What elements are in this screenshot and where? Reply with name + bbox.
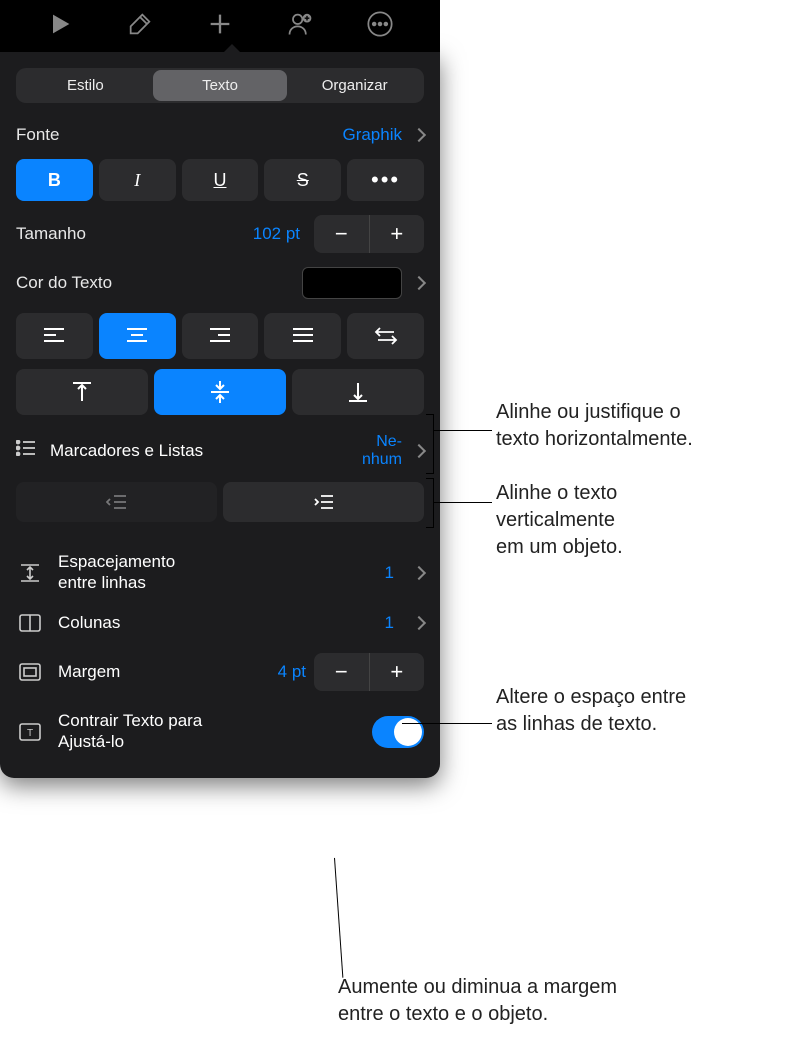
more-icon[interactable] [366, 10, 394, 43]
valign-bottom-button[interactable] [292, 369, 424, 415]
bold-button[interactable]: B [16, 159, 93, 201]
chevron-right-icon [412, 128, 426, 142]
play-icon[interactable] [46, 10, 74, 43]
size-row: Tamanho 102 pt − + [16, 215, 424, 253]
outdent-button[interactable] [16, 482, 217, 522]
brush-icon[interactable] [126, 10, 154, 43]
plus-icon[interactable] [206, 10, 234, 43]
shrink-text-icon: T [16, 723, 44, 741]
align-right-button[interactable] [182, 313, 259, 359]
callout-halign: Alinhe ou justifique o texto horizontalm… [496, 399, 693, 453]
callout-margin: Aumente ou diminua a margem entre o text… [338, 974, 617, 1028]
size-label: Tamanho [16, 224, 253, 244]
line-spacing-value: 1 [385, 563, 394, 583]
underline-button[interactable]: U [182, 159, 259, 201]
margin-decrease-button[interactable]: − [314, 653, 370, 691]
bullets-value: Ne- nhum [362, 433, 402, 468]
columns-label: Colunas [58, 613, 385, 633]
list-icon [16, 440, 36, 461]
columns-value: 1 [385, 613, 394, 633]
margin-icon [16, 663, 44, 681]
line-spacing-icon [16, 563, 44, 583]
leader-line [402, 723, 492, 724]
collaborate-icon[interactable] [286, 10, 314, 43]
text-style-buttons: B I U S ••• [16, 159, 424, 201]
size-value: 102 pt [253, 224, 300, 244]
font-value: Graphik [342, 125, 402, 145]
line-spacing-label: Espacejamento entre linhas [58, 552, 385, 593]
line-spacing-row[interactable]: Espacejamento entre linhas 1 [16, 542, 424, 603]
svg-text:T: T [27, 728, 33, 739]
top-toolbar [0, 0, 440, 52]
font-label: Fonte [16, 125, 342, 145]
text-direction-button[interactable] [347, 313, 424, 359]
tab-text[interactable]: Texto [153, 70, 288, 101]
shrink-text-toggle[interactable] [372, 716, 424, 748]
align-left-button[interactable] [16, 313, 93, 359]
callout-valign: Alinhe o texto verticalmente em um objet… [496, 480, 623, 561]
bullets-lists-row[interactable]: Marcadores e Listas Ne- nhum [16, 433, 424, 468]
chevron-right-icon [412, 566, 426, 580]
indent-buttons [16, 482, 424, 522]
align-center-button[interactable] [99, 313, 176, 359]
align-justify-button[interactable] [264, 313, 341, 359]
size-stepper: − + [314, 215, 424, 253]
leader-line [434, 430, 492, 431]
italic-button[interactable]: I [99, 159, 176, 201]
strikethrough-button[interactable]: S [264, 159, 341, 201]
tab-arrange[interactable]: Organizar [287, 70, 422, 101]
text-color-row[interactable]: Cor do Texto [16, 267, 424, 299]
columns-row[interactable]: Colunas 1 [16, 603, 424, 643]
chevron-right-icon [412, 444, 426, 458]
format-panel: Estilo Texto Organizar Fonte Graphik B I… [0, 52, 440, 778]
shrink-text-label: Contrair Texto para Ajustá-lo [58, 711, 372, 752]
valign-top-button[interactable] [16, 369, 148, 415]
bullets-label: Marcadores e Listas [50, 441, 362, 461]
bracket [426, 478, 434, 528]
panel-tabs: Estilo Texto Organizar [16, 68, 424, 103]
vertical-align-buttons [16, 369, 424, 415]
tab-style[interactable]: Estilo [18, 70, 153, 101]
margin-row: Margem 4 pt − + [16, 643, 424, 701]
chevron-right-icon [412, 616, 426, 630]
size-decrease-button[interactable]: − [314, 215, 370, 253]
size-increase-button[interactable]: + [370, 215, 425, 253]
indent-button[interactable] [223, 482, 424, 522]
shrink-text-row: T Contrair Texto para Ajustá-lo [16, 701, 424, 762]
text-color-swatch[interactable] [302, 267, 402, 299]
valign-middle-button[interactable] [154, 369, 286, 415]
font-row[interactable]: Fonte Graphik [16, 125, 424, 145]
leader-line [334, 858, 343, 978]
margin-label: Margem [58, 662, 278, 682]
margin-increase-button[interactable]: + [370, 653, 425, 691]
margin-stepper: − + [314, 653, 424, 691]
margin-value: 4 pt [278, 662, 306, 682]
bracket [426, 414, 434, 474]
chevron-right-icon [412, 276, 426, 290]
horizontal-align-buttons [16, 313, 424, 359]
callout-linespace: Altere o espaço entre as linhas de texto… [496, 684, 686, 738]
columns-icon [16, 614, 44, 632]
more-text-options-button[interactable]: ••• [347, 159, 424, 201]
leader-line [434, 502, 492, 503]
text-color-label: Cor do Texto [16, 273, 302, 293]
